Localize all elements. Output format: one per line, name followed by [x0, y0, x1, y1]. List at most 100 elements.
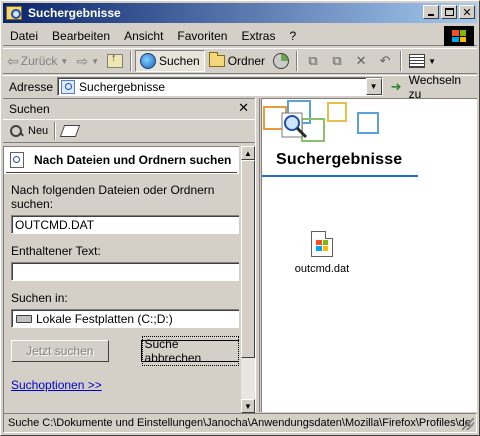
result-file-item[interactable]: outcmd.dat — [290, 231, 354, 275]
search-form-body: Nach folgenden Dateien oder Ordnern such… — [4, 174, 239, 413]
address-bar: Adresse Suchergebnisse ▼ ➜ Wechseln zu — [3, 73, 477, 101]
resize-grip[interactable] — [462, 418, 474, 430]
pane-splitter[interactable] — [255, 98, 260, 412]
back-arrow-icon: ⇦ — [7, 52, 19, 69]
result-file-name: outcmd.dat — [294, 263, 350, 275]
toolbar-separator — [54, 122, 57, 140]
search-globe-icon — [140, 53, 156, 69]
results-heading: Suchergebnisse — [276, 151, 403, 168]
filename-label: Nach folgenden Dateien oder Ordnern such… — [11, 183, 215, 211]
standard-toolbar: ⇦ Zurück ▼ ⇨ ▼ Suchen Ordner ⧉ ⧉ ✕ ↶ — [3, 48, 477, 74]
cancel-search-button[interactable]: Suche abbrechen — [140, 336, 239, 366]
views-button[interactable]: ▼ — [405, 50, 440, 72]
close-icon: ✕ — [462, 5, 472, 19]
move-to-button[interactable]: ⧉ — [301, 50, 325, 72]
address-field[interactable]: Suchergebnisse ▼ — [57, 77, 383, 96]
folder-icon — [208, 52, 225, 67]
maximize-icon — [444, 8, 454, 16]
delete-button[interactable]: ✕ — [349, 50, 373, 72]
status-bar: Suche C:\Dokumente und Einstellungen\Jan… — [3, 413, 477, 433]
history-button[interactable] — [269, 50, 293, 72]
search-form-panel: Nach Dateien und Ordnern suchen Nach fol… — [3, 146, 239, 413]
search-form-header: Nach Dateien und Ordnern suchen — [6, 147, 237, 173]
delete-x-icon: ✕ — [355, 53, 367, 68]
new-search-label: Neu — [28, 125, 49, 137]
go-arrow-icon: ➜ — [390, 78, 402, 94]
maximize-button[interactable] — [441, 5, 457, 19]
folders-label: Ordner — [227, 54, 266, 68]
address-label: Adresse — [9, 79, 54, 94]
address-value: Suchergebnisse — [79, 79, 166, 94]
history-icon — [273, 53, 290, 69]
status-text: Suche C:\Dokumente und Einstellungen\Jan… — [8, 417, 471, 429]
results-pane: Suchergebnisse outcmd.dat — [261, 98, 477, 412]
menu-datei[interactable]: Datei — [3, 29, 45, 43]
menu-bar: Datei Bearbeiten Ansicht Favoriten Extra… — [3, 26, 477, 46]
search-form-title: Nach Dateien und Ordnern suchen — [34, 152, 232, 167]
search-label: Suchen — [159, 54, 200, 68]
forward-button[interactable]: ⇨ ▼ — [72, 50, 103, 72]
minimize-icon — [428, 14, 434, 16]
search-banner-graphic — [263, 100, 379, 142]
menu-extras[interactable]: Extras — [234, 29, 282, 43]
search-pane-toolbar: Neu — [3, 119, 255, 143]
chevron-down-icon: ▼ — [60, 56, 69, 66]
magnifier-icon — [9, 124, 25, 138]
search-pane-header: Suchen ✕ — [3, 99, 255, 119]
results-divider — [262, 175, 418, 177]
look-in-value: Lokale Festplatten (C:;D:) — [36, 311, 173, 326]
search-buttons: Jetzt suchen Suche abbrechen — [11, 336, 239, 366]
chevron-down-icon: ▼ — [428, 56, 436, 66]
menu-favoriten[interactable]: Favoriten — [170, 29, 234, 43]
containing-text-input[interactable] — [11, 262, 239, 281]
book-icon — [60, 125, 81, 137]
search-results-icon — [61, 79, 76, 94]
folder-up-icon — [107, 52, 123, 68]
search-help-button[interactable] — [60, 120, 81, 142]
search-folder-icon — [6, 6, 22, 20]
hard-drive-icon — [16, 314, 32, 323]
search-options-link[interactable]: Suchoptionen >> — [11, 378, 102, 392]
up-folder-button[interactable] — [103, 50, 127, 72]
copy-to-icon: ⧉ — [332, 53, 342, 68]
toolbar-separator — [130, 51, 132, 71]
window-title: Suchergebnisse — [28, 6, 121, 20]
toolbar-separator — [296, 51, 299, 71]
search-pane-scrollbar[interactable]: ▲ ▼ — [241, 146, 255, 413]
scroll-down-button[interactable]: ▼ — [241, 399, 255, 413]
explorer-window: Suchergebnisse ✕ Datei Bearbeiten Ansich… — [0, 0, 480, 436]
toolbar-separator — [400, 51, 403, 71]
menu-help[interactable]: ? — [282, 29, 303, 43]
folders-button[interactable]: Ordner — [205, 50, 269, 72]
chevron-down-icon: ▼ — [91, 56, 99, 66]
address-dropdown-button[interactable]: ▼ — [365, 78, 382, 95]
back-label: Zurück — [20, 54, 58, 68]
undo-button[interactable]: ↶ — [373, 50, 397, 72]
copy-to-button[interactable]: ⧉ — [325, 50, 349, 72]
search-document-icon — [10, 151, 24, 168]
windows-flag-icon — [452, 30, 466, 42]
look-in-select[interactable]: Lokale Festplatten (C:;D:) — [11, 309, 239, 328]
new-search-button[interactable]: Neu — [9, 120, 48, 142]
filename-input[interactable]: OUTCMD.DAT — [11, 215, 239, 234]
search-now-button[interactable]: Jetzt suchen — [11, 340, 109, 362]
title-bar[interactable]: Suchergebnisse ✕ — [3, 3, 477, 23]
windows-logo — [444, 26, 474, 46]
filename-value: OUTCMD.DAT — [15, 217, 95, 232]
close-pane-button[interactable]: ✕ — [238, 101, 249, 116]
scroll-thumb[interactable] — [241, 160, 255, 358]
menu-ansicht[interactable]: Ansicht — [117, 29, 170, 43]
window-controls: ✕ — [421, 5, 475, 19]
minimize-button[interactable] — [423, 5, 439, 19]
search-pane: Suchen ✕ Neu Nach Dateien und Ordnern su… — [3, 98, 255, 413]
close-button[interactable]: ✕ — [459, 5, 475, 19]
search-button[interactable]: Suchen — [135, 50, 205, 72]
go-label: Wechseln zu — [408, 72, 462, 101]
move-to-icon: ⧉ — [308, 53, 318, 68]
menu-bearbeiten[interactable]: Bearbeiten — [45, 29, 117, 43]
back-button[interactable]: ⇦ Zurück ▼ — [3, 50, 72, 72]
dat-file-icon — [311, 231, 333, 257]
scroll-up-button[interactable]: ▲ — [241, 146, 255, 160]
forward-arrow-icon: ⇨ — [76, 52, 89, 69]
go-button[interactable]: ➜ Wechseln zu — [391, 73, 477, 101]
